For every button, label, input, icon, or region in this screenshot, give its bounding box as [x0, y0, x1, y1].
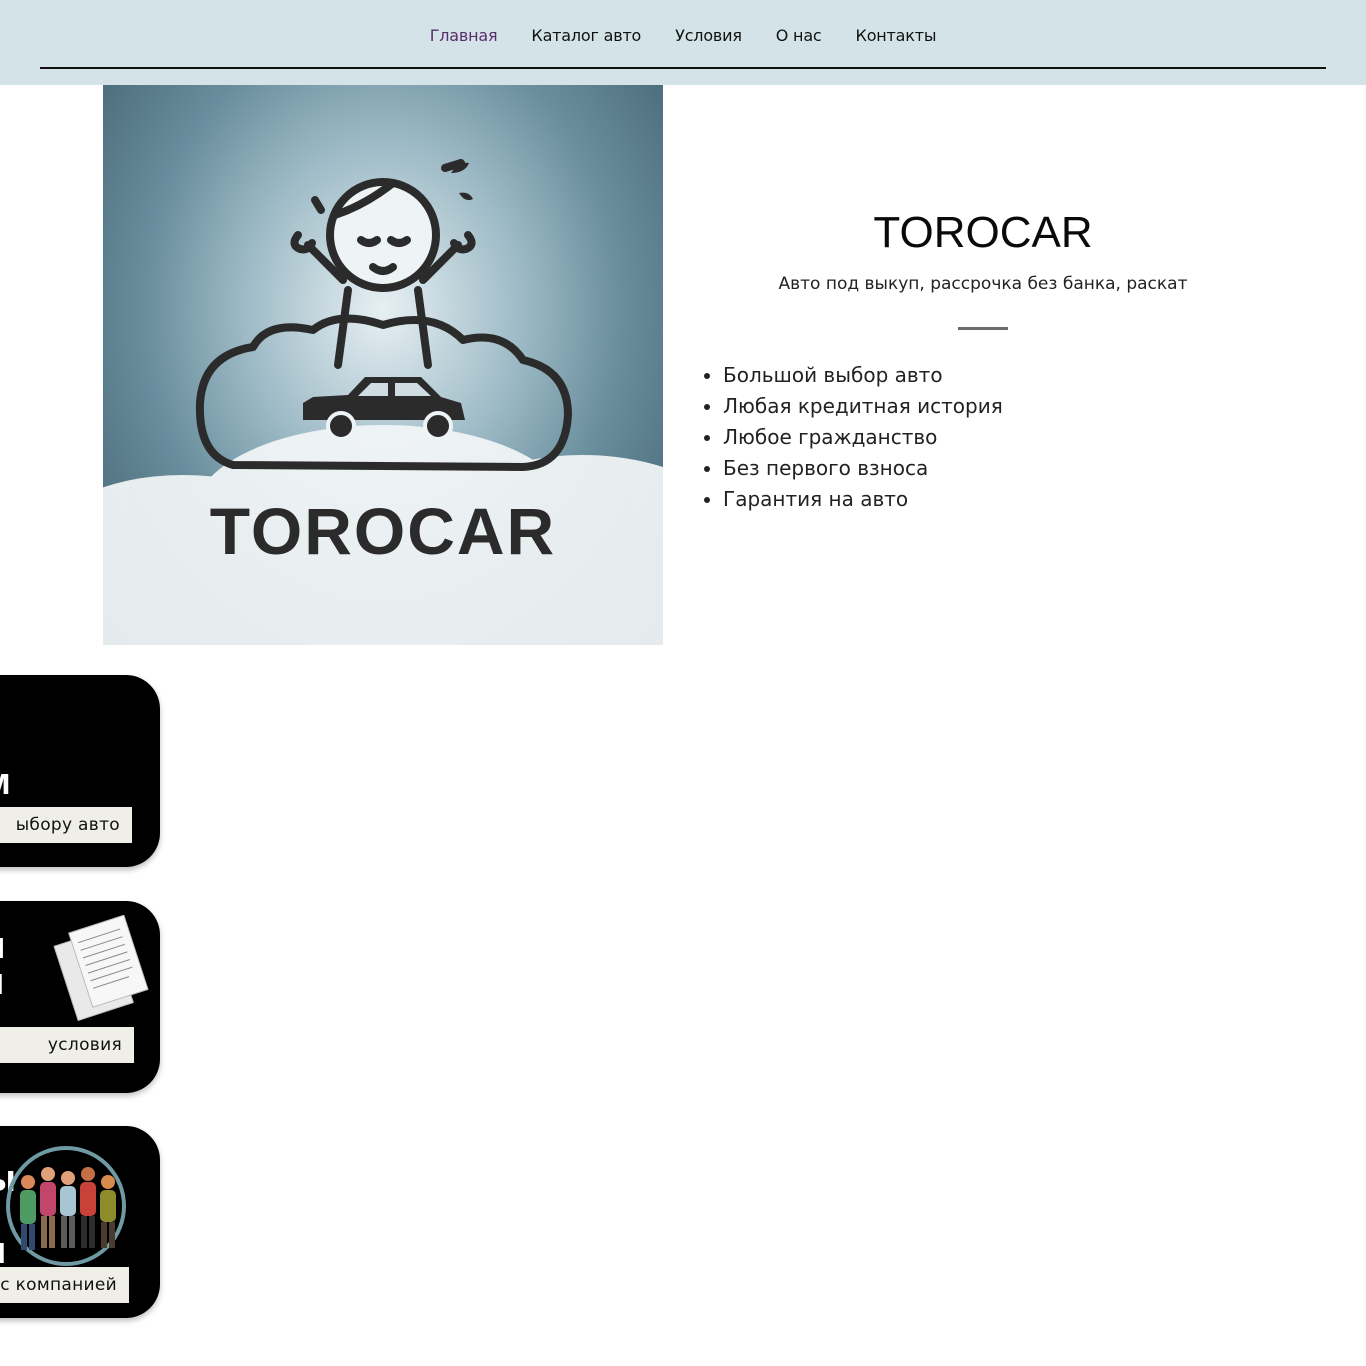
list-item: Гарантия на авто	[723, 484, 1003, 515]
nav-item-conditions[interactable]: Условия	[658, 22, 759, 50]
catalog-button[interactable]: ыбору авто	[0, 807, 132, 843]
nav-item-catalog[interactable]: Каталог авто	[514, 22, 658, 50]
title-divider	[958, 327, 1008, 330]
page-title: TOROCAR	[873, 208, 1093, 257]
nav-divider	[40, 67, 1326, 69]
card-catalog: а ом ыбору авто	[0, 675, 160, 867]
team-illustration-icon	[6, 1146, 126, 1266]
card-heading-line1: а	[0, 689, 10, 732]
nav-item-home[interactable]: Главная	[413, 22, 515, 50]
nav-item-contacts[interactable]: Контакты	[839, 22, 954, 50]
person-icon	[290, 159, 476, 369]
list-item: Большой выбор авто	[723, 360, 1003, 391]
site-header: Главная Каталог авто Условия О нас Конта…	[0, 0, 1366, 85]
card-conditions: ия оч условия	[0, 901, 160, 1093]
list-item: Без первого взноса	[723, 453, 1003, 484]
main-nav: Главная Каталог авто Условия О нас Конта…	[0, 22, 1366, 50]
logo-wordmark: TOROCAR	[209, 494, 557, 568]
logo-image: TOROCAR	[103, 85, 663, 645]
page-subtitle: Авто под выкуп, рассрочка без банка, рас…	[778, 274, 1188, 294]
conditions-button[interactable]: условия	[0, 1027, 134, 1063]
card-company: бы ин с компанией	[0, 1126, 160, 1318]
list-item: Любая кредитная история	[723, 391, 1003, 422]
features-list: Большой выбор авто Любая кредитная истор…	[700, 360, 1003, 515]
documents-icon	[53, 915, 149, 1022]
about-company-button[interactable]: с компанией	[0, 1267, 129, 1303]
list-item: Любое гражданство	[723, 422, 1003, 453]
nav-item-about[interactable]: О нас	[759, 22, 839, 50]
